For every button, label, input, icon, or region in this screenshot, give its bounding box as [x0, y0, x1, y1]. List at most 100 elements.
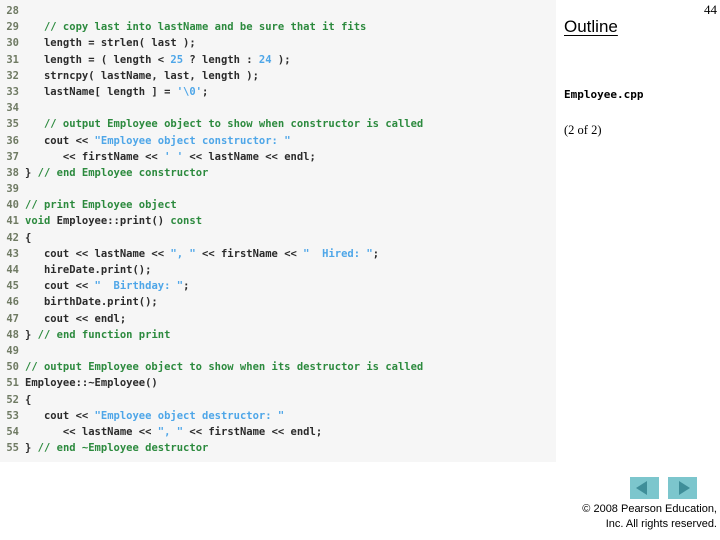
code-token: { — [25, 231, 32, 244]
code-token: void — [25, 215, 51, 228]
code-line-number: 37 — [6, 150, 19, 163]
code-token: << firstName << — [25, 150, 165, 163]
code-token: // end Employee constructor — [37, 166, 209, 179]
code-token: << firstName << — [195, 247, 304, 260]
code-token: } — [25, 166, 38, 179]
code-token: ; — [183, 280, 190, 293]
code-line-number: 32 — [6, 69, 19, 82]
code-line-source: cout << " Birthday: "; — [19, 278, 189, 294]
previous-slide-button[interactable] — [630, 477, 659, 499]
code-token: << lastName << — [25, 425, 158, 438]
code-line: 47 cout << endl; — [0, 311, 556, 327]
code-line-source: strncpy( lastName, last, length ); — [19, 68, 259, 84]
code-line-number: 33 — [6, 85, 19, 98]
code-token: cout << lastName << — [25, 247, 171, 260]
code-line: 41 void Employee::print() const — [0, 213, 556, 229]
code-token: << firstName << endl; — [183, 425, 323, 438]
slide-navigation — [630, 477, 702, 501]
code-line-source: hireDate.print(); — [19, 262, 151, 278]
code-token: 25 — [170, 53, 184, 66]
code-line-number: 49 — [6, 344, 19, 357]
code-line: 49 — [0, 343, 556, 359]
code-line-source: // print Employee object — [19, 197, 177, 213]
code-line-number: 35 — [6, 118, 19, 131]
code-line-source: cout << endl; — [19, 311, 126, 327]
code-token: " Hired: " — [303, 247, 373, 260]
outline-file-name: Employee.cpp — [564, 88, 644, 101]
code-line-source: } // end Employee constructor — [19, 165, 208, 181]
code-line: 38} // end Employee constructor — [0, 165, 556, 181]
code-line: 48} // end function print — [0, 327, 556, 343]
code-line-number: 46 — [6, 296, 19, 309]
code-line: 37 << firstName << ' ' << lastName << en… — [0, 149, 556, 165]
code-line-number: 29 — [6, 21, 19, 34]
code-token: '\0' — [176, 85, 203, 98]
code-line-number: 36 — [6, 134, 19, 147]
page-number: 44 — [704, 2, 717, 17]
code-line-number: 30 — [6, 37, 19, 50]
code-line-number: 41 — [6, 215, 19, 228]
code-listing-panel: 28 29 // copy last into lastName and be s… — [0, 0, 556, 462]
code-token: ; — [372, 247, 380, 260]
code-token: { — [25, 393, 32, 406]
code-line: 54 << lastName << ", " << firstName << e… — [0, 424, 556, 440]
code-line-number: 54 — [6, 425, 19, 438]
code-token: strncpy( lastName, last, length ); — [25, 69, 259, 82]
right-triangle-icon — [679, 481, 690, 495]
code-token: } — [25, 442, 38, 455]
code-token: // output Employee object to show when c… — [25, 118, 424, 131]
code-line: 40 // print Employee object — [0, 197, 556, 213]
code-line: 55} // end ~Employee destructor — [0, 440, 556, 456]
code-line: 52 { — [0, 392, 556, 408]
code-line-source: void Employee::print() const — [19, 213, 202, 229]
code-line-number: 43 — [6, 247, 19, 260]
code-line-number: 34 — [6, 102, 19, 115]
code-line: 31 length = ( length < 25 ? length : 24 … — [0, 52, 556, 68]
code-line: 35 // output Employee object to show whe… — [0, 116, 556, 132]
code-token: Employee::~Employee() — [25, 377, 158, 390]
code-token: cout << — [25, 134, 95, 147]
code-line-source: // output Employee object to show when i… — [19, 359, 423, 375]
code-token: << lastName << endl; — [183, 150, 316, 163]
code-line-number: 42 — [6, 231, 19, 244]
code-token: " Birthday: " — [94, 280, 184, 293]
code-token: Employee::print() — [50, 215, 171, 228]
code-line: 42 { — [0, 230, 556, 246]
code-line-number: 45 — [6, 280, 19, 293]
copyright-notice: © 2008 Pearson Education, Inc. All right… — [560, 502, 717, 532]
code-line: 46 birthDate.print(); — [0, 294, 556, 310]
code-token: ", " — [170, 247, 196, 260]
code-line: 30 length = strlen( last ); — [0, 35, 556, 51]
code-line: 32 strncpy( lastName, last, length ); — [0, 68, 556, 84]
code-token: const — [170, 215, 203, 228]
code-line-number: 47 — [6, 312, 19, 325]
next-slide-button[interactable] — [668, 477, 697, 499]
code-line-source: cout << lastName << ", " << firstName <<… — [19, 246, 379, 262]
code-token: length = ( length < — [25, 53, 171, 66]
code-token: cout << endl; — [25, 312, 127, 325]
code-line-number: 39 — [6, 183, 19, 196]
left-triangle-icon — [636, 481, 647, 495]
code-line-source: // copy last into lastName and be sure t… — [19, 19, 366, 35]
code-line-number: 31 — [6, 53, 19, 66]
code-line-source: length = ( length < 25 ? length : 24 ); — [19, 52, 291, 68]
code-token: "Employee object destructor: " — [94, 409, 285, 422]
code-token: ", " — [157, 425, 184, 438]
code-token: cout << — [25, 409, 95, 422]
code-line-number: 52 — [6, 393, 19, 406]
code-token: ); — [271, 53, 291, 66]
code-line-source: Employee::~Employee() — [19, 375, 158, 391]
code-line-number: 40 — [6, 199, 19, 212]
code-token: // copy last into lastName and be sure t… — [25, 21, 367, 34]
code-line: 28 — [0, 3, 556, 19]
code-line-source: cout << "Employee object destructor: " — [19, 408, 284, 424]
code-line-number: 53 — [6, 409, 19, 422]
code-line: 45 cout << " Birthday: "; — [0, 278, 556, 294]
code-token: lastName[ length ] = — [25, 85, 177, 98]
code-line-number: 44 — [6, 264, 19, 276]
code-token: ' ' — [164, 150, 184, 163]
code-line-source: cout << "Employee object constructor: " — [19, 133, 291, 149]
code-token: 24 — [258, 53, 272, 66]
code-line: 33 lastName[ length ] = '\0'; — [0, 84, 556, 100]
code-line-number: 55 — [6, 442, 19, 455]
